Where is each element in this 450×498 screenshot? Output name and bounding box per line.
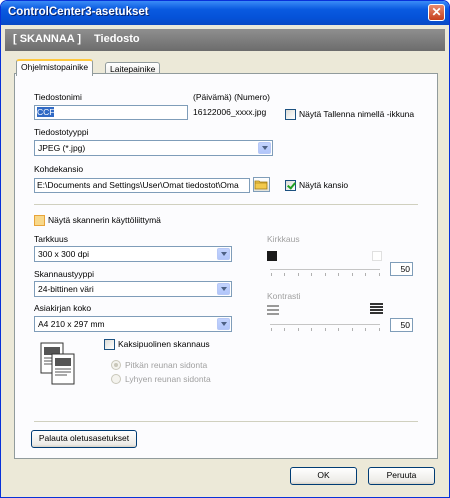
ok-button[interactable]: OK — [290, 467, 357, 485]
title-bar[interactable]: ControlCenter3-asetukset ✕ — [1, 1, 449, 25]
long-edge-radio[interactable] — [111, 360, 121, 370]
high-contrast-icon — [370, 303, 383, 314]
light-square-icon — [372, 251, 382, 261]
brightness-slider[interactable] — [270, 269, 380, 270]
tick — [298, 328, 299, 331]
tick — [379, 273, 380, 276]
document-size-select[interactable]: A4 210 x 297 mm — [34, 316, 232, 332]
scan-type-select[interactable]: 24-bittinen väri — [34, 281, 232, 297]
folder-icon[interactable] — [253, 177, 270, 192]
file-type-select[interactable]: JPEG (*.jpg) — [34, 140, 273, 156]
settings-window: ControlCenter3-asetukset ✕ [ SKANNAA ] T… — [0, 0, 450, 498]
filename-input[interactable]: CCF — [34, 105, 188, 120]
contrast-value[interactable]: 50 — [390, 318, 413, 332]
destination-folder-input[interactable]: E:\Documents and Settings\User\Omat tied… — [34, 178, 250, 193]
brightness-value[interactable]: 50 — [390, 262, 413, 276]
duplex-scan-checkbox[interactable] — [104, 339, 115, 350]
show-scanner-ui-label: Näytä skannerin käyttöliittymä — [48, 215, 161, 225]
duplex-pages-icon — [40, 342, 75, 385]
tick — [352, 328, 353, 331]
tick — [284, 273, 285, 276]
show-folder-checkbox[interactable] — [285, 180, 296, 191]
section-subtitle: Tiedosto — [94, 33, 140, 45]
tick — [379, 328, 380, 331]
short-edge-radio[interactable] — [111, 374, 121, 384]
tick — [311, 328, 312, 331]
show-save-as-label: Näytä Tallenna nimellä -ikkuna — [299, 109, 415, 119]
tick — [271, 273, 272, 276]
brightness-label: Kirkkaus — [267, 234, 300, 244]
chevron-down-icon — [217, 283, 230, 295]
tick — [365, 273, 366, 276]
chevron-down-icon — [217, 248, 230, 260]
scan-type-label: Skannaustyyppi — [34, 269, 95, 279]
window-title: ControlCenter3-asetukset — [8, 6, 149, 18]
tick — [284, 328, 285, 331]
tick — [325, 328, 326, 331]
short-edge-label: Lyhyen reunan sidonta — [125, 374, 211, 384]
filename-label: Tiedostonimi — [34, 92, 82, 102]
tick — [338, 273, 339, 276]
tick — [271, 328, 272, 331]
tick — [325, 273, 326, 276]
low-contrast-icon — [267, 305, 279, 315]
cancel-button[interactable]: Peruuta — [368, 467, 435, 485]
chevron-down-icon — [258, 142, 271, 154]
contrast-label: Kontrasti — [267, 291, 301, 301]
show-scanner-ui-checkbox[interactable] — [34, 215, 45, 226]
divider — [34, 421, 418, 422]
section-label: [ SKANNAA ] — [13, 33, 82, 45]
destination-folder-label: Kohdekansio — [34, 164, 84, 174]
close-icon[interactable]: ✕ — [428, 4, 445, 21]
tick — [311, 273, 312, 276]
filename-example: 16122006_xxxx.jpg — [193, 107, 267, 117]
file-type-label: Tiedostotyyppi — [34, 127, 89, 137]
tick — [352, 273, 353, 276]
divider — [34, 204, 418, 205]
tab-panel: Tiedostonimi CCF (Päivämä) (Numero) 1612… — [14, 73, 438, 459]
show-save-as-checkbox[interactable] — [285, 109, 296, 120]
long-edge-label: Pitkän reunan sidonta — [125, 360, 208, 370]
resolution-select[interactable]: 300 x 300 dpi — [34, 246, 232, 262]
resolution-label: Tarkkuus — [34, 234, 69, 244]
tick — [298, 273, 299, 276]
dark-square-icon — [267, 251, 277, 261]
restore-defaults-button[interactable]: Palauta oletusasetukset — [31, 430, 137, 448]
document-size-label: Asiakirjan koko — [34, 303, 92, 313]
chevron-down-icon — [217, 318, 230, 330]
tick — [338, 328, 339, 331]
tick — [365, 328, 366, 331]
date-number-hint: (Päivämä) (Numero) — [193, 92, 270, 102]
contrast-slider[interactable] — [270, 324, 380, 325]
duplex-scan-label: Kaksipuolinen skannaus — [118, 339, 210, 349]
show-folder-label: Näytä kansio — [299, 180, 349, 190]
tab-software-button[interactable]: Ohjelmistopainike — [16, 59, 94, 76]
section-header: [ SKANNAA ] Tiedosto — [5, 29, 445, 51]
